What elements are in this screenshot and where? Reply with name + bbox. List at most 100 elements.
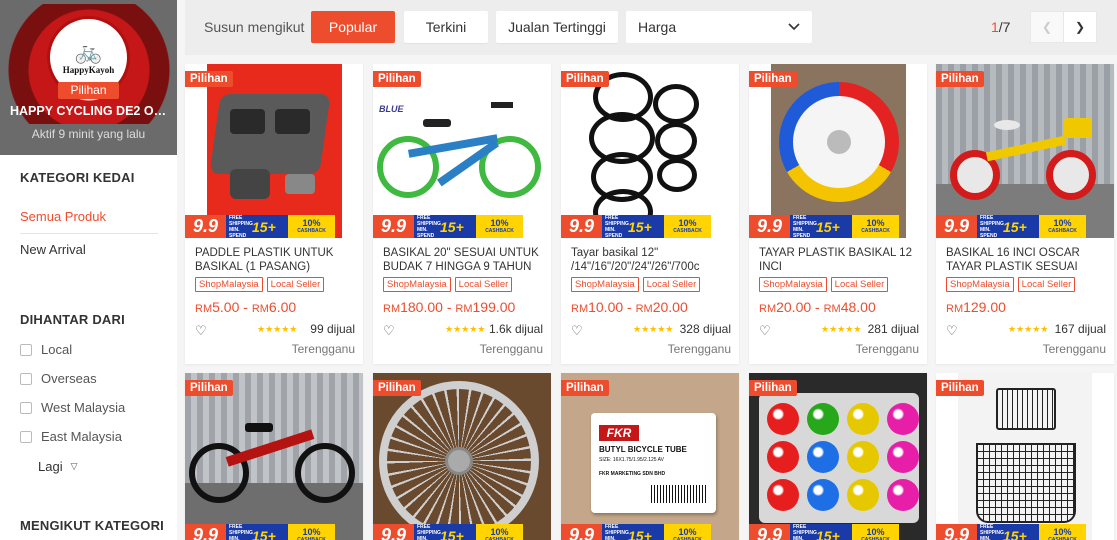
product-image[interactable] bbox=[936, 373, 1114, 540]
product-card[interactable]: Pilihan 9.9 FREE SHIPPING MIN. SPEND 15+… bbox=[185, 64, 363, 364]
free-shipping-amount: 15+ bbox=[816, 218, 840, 235]
pilihan-badge: Pilihan bbox=[373, 380, 421, 396]
shopmalaysia-tag: ShopMalaysia bbox=[383, 277, 451, 292]
heart-icon[interactable]: ♡ bbox=[195, 323, 207, 339]
product-image[interactable] bbox=[561, 64, 739, 238]
free-shipping-text: FREE SHIPPING MIN. SPEND bbox=[229, 214, 253, 239]
cashback-text: CASHBACK bbox=[1048, 228, 1077, 234]
sort-label: Susun mengikut bbox=[204, 19, 305, 35]
product-image[interactable] bbox=[185, 373, 363, 540]
promo-banner: 9.9 FREE SHIPPING MIN. SPEND 15+ 10% CAS… bbox=[185, 214, 335, 239]
category-new-arrival[interactable]: New Arrival bbox=[20, 242, 86, 257]
filter-local[interactable]: Local bbox=[20, 342, 72, 357]
category-all-products[interactable]: Semua Produk bbox=[20, 209, 106, 224]
more-filters-link[interactable]: Lagi ▽ bbox=[38, 459, 78, 474]
heart-icon[interactable]: ♡ bbox=[759, 323, 771, 339]
shopmalaysia-tag: ShopMalaysia bbox=[571, 277, 639, 292]
filter-overseas[interactable]: Overseas bbox=[20, 371, 97, 386]
rating-stars: ★★★★★ bbox=[1008, 324, 1049, 334]
free-shipping-badge: FREE SHIPPING MIN. SPEND 15+ bbox=[977, 524, 1039, 540]
product-card[interactable]: Pilihan 9.9 FREE SHIPPING MIN. SPEND 15+… bbox=[749, 64, 927, 364]
promo-99: 9.9 bbox=[749, 524, 790, 540]
price-low: 129.00 bbox=[963, 299, 1006, 315]
sold-count: 328 dijual bbox=[679, 322, 731, 336]
sort-popular-button[interactable]: Popular bbox=[311, 11, 395, 43]
free-shipping-amount: 15+ bbox=[628, 218, 652, 235]
product-image[interactable] bbox=[749, 373, 927, 540]
promo-banner: 9.9 FREE SHIPPING MIN. SPEND 15+ 10% CAS… bbox=[561, 524, 711, 540]
free-shipping-text: FREE SHIPPING MIN. SPEND bbox=[417, 214, 441, 239]
product-title[interactable]: Tayar basikal 12" /14"/16"/20"/24"/26"/7… bbox=[571, 246, 731, 274]
prev-page-button[interactable]: ❮ bbox=[1030, 11, 1064, 43]
price-currency: RM bbox=[195, 303, 213, 315]
free-shipping-text: FREE SHIPPING MIN. SPEND bbox=[793, 214, 817, 239]
page-total: /7 bbox=[998, 19, 1011, 35]
sort-top-sales-button[interactable]: Jualan Tertinggi bbox=[496, 11, 618, 43]
product-card[interactable]: FKR BUTYL BICYCLE TUBE SIZE: 16X1.75/1.9… bbox=[561, 373, 739, 540]
product-title[interactable]: BASIKAL 16 INCI OSCAR TAYAR PLASTIK SESU… bbox=[946, 246, 1106, 274]
product-price: RM20.00 - RM48.00 bbox=[759, 299, 876, 315]
promo-banner: 9.9 FREE SHIPPING MIN. SPEND 15+ 10% CAS… bbox=[749, 214, 899, 239]
product-card[interactable]: BLUE Pilihan 9.9 FREE SHIPPING MIN. SPEN… bbox=[373, 64, 551, 364]
product-title[interactable]: BASIKAL 20" SESUAI UNTUK BUDAK 7 HINGGA … bbox=[383, 246, 543, 274]
product-image[interactable]: FKR BUTYL BICYCLE TUBE SIZE: 16X1.75/1.9… bbox=[561, 373, 739, 540]
product-card[interactable]: Pilihan 9.9 FREE SHIPPING MIN. SPEND 15+… bbox=[185, 373, 363, 540]
shipped-from-heading: DIHANTAR DARI bbox=[20, 312, 125, 327]
cashback-badge: 10% CASHBACK bbox=[1039, 215, 1086, 238]
free-shipping-text: FREE SHIPPING MIN. SPEND bbox=[417, 523, 441, 540]
cashback-text: CASHBACK bbox=[861, 228, 890, 234]
heart-icon[interactable]: ♡ bbox=[571, 323, 583, 339]
rating-stars: ★★★★★ bbox=[445, 324, 486, 334]
price-high: 48.00 bbox=[840, 299, 876, 315]
filter-label: Local bbox=[41, 342, 73, 357]
filter-west-malaysia[interactable]: West Malaysia bbox=[20, 400, 125, 415]
shop-active-status: Aktif 9 minit yang lalu bbox=[31, 127, 146, 141]
seller-location: Terengganu bbox=[1042, 342, 1106, 356]
product-image[interactable] bbox=[749, 64, 927, 238]
checkbox[interactable] bbox=[20, 372, 32, 385]
product-card[interactable]: Pilihan 9.9 FREE SHIPPING MIN. SPEND 15+… bbox=[749, 373, 927, 540]
product-image[interactable] bbox=[185, 64, 363, 238]
seller-location: Terengganu bbox=[479, 342, 543, 356]
promo-banner: 9.9 FREE SHIPPING MIN. SPEND 15+ 10% CAS… bbox=[373, 214, 523, 239]
free-shipping-badge: FREE SHIPPING MIN. SPEND 15+ bbox=[602, 524, 664, 540]
checkbox[interactable] bbox=[20, 430, 32, 443]
free-shipping-amount: 15+ bbox=[1003, 527, 1027, 540]
price-low: 10.00 bbox=[588, 299, 624, 315]
checkbox[interactable] bbox=[20, 343, 32, 356]
product-card[interactable]: Pilihan 9.9 FREE SHIPPING MIN. SPEND 15+… bbox=[936, 64, 1114, 364]
sold-count: 281 dijual bbox=[867, 322, 919, 336]
product-tags: ShopMalaysia Local Seller bbox=[759, 277, 892, 292]
price-sort-select[interactable]: Harga bbox=[626, 11, 812, 43]
heart-icon[interactable]: ♡ bbox=[946, 323, 958, 339]
product-image[interactable] bbox=[936, 64, 1114, 238]
rating-stars: ★★★★★ bbox=[633, 324, 674, 334]
product-title[interactable]: PADDLE PLASTIK UNTUK BASIKAL (1 PASANG) bbox=[195, 246, 355, 274]
sort-latest-button[interactable]: Terkini bbox=[404, 11, 488, 43]
product-card[interactable]: Pilihan 9.9 FREE SHIPPING MIN. SPEND 15+… bbox=[936, 373, 1114, 540]
product-card[interactable]: Pilihan 9.9 FREE SHIPPING MIN. SPEND 15+… bbox=[561, 64, 739, 364]
shop-profile-card[interactable]: 🚲 HappyKayoh Pilihan HAPPY CYCLING DE2 O… bbox=[0, 0, 177, 155]
heart-icon[interactable]: ♡ bbox=[383, 323, 395, 339]
product-image[interactable]: BLUE bbox=[373, 64, 551, 238]
pilihan-badge: Pilihan bbox=[185, 71, 233, 87]
free-shipping-amount: 15+ bbox=[816, 527, 840, 540]
product-title[interactable]: TAYAR PLASTIK BASIKAL 12 INCI bbox=[759, 246, 919, 274]
free-shipping-text: FREE SHIPPING MIN. SPEND bbox=[980, 214, 1004, 239]
pilihan-badge: Pilihan bbox=[936, 380, 984, 396]
product-image[interactable] bbox=[373, 373, 551, 540]
product-card[interactable]: Pilihan 9.9 FREE SHIPPING MIN. SPEND 15+… bbox=[373, 373, 551, 540]
page-indicator: 1/7 bbox=[991, 19, 1010, 35]
cashback-text: CASHBACK bbox=[485, 228, 514, 234]
promo-99: 9.9 bbox=[373, 524, 414, 540]
next-page-button[interactable]: ❯ bbox=[1063, 11, 1097, 43]
cashback-percent: 10% bbox=[1053, 218, 1072, 228]
shop-name[interactable]: HAPPY CYCLING DE2 ON... bbox=[10, 104, 172, 118]
shop-sidebar: 🚲 HappyKayoh Pilihan HAPPY CYCLING DE2 O… bbox=[0, 0, 177, 540]
checkbox[interactable] bbox=[20, 401, 32, 414]
free-shipping-amount: 15+ bbox=[628, 527, 652, 540]
filter-east-malaysia[interactable]: East Malaysia bbox=[20, 429, 122, 444]
price-currency: RM bbox=[251, 303, 269, 315]
free-shipping-badge: FREE SHIPPING MIN. SPEND 15+ bbox=[602, 215, 664, 239]
seller-location: Terengganu bbox=[667, 342, 731, 356]
